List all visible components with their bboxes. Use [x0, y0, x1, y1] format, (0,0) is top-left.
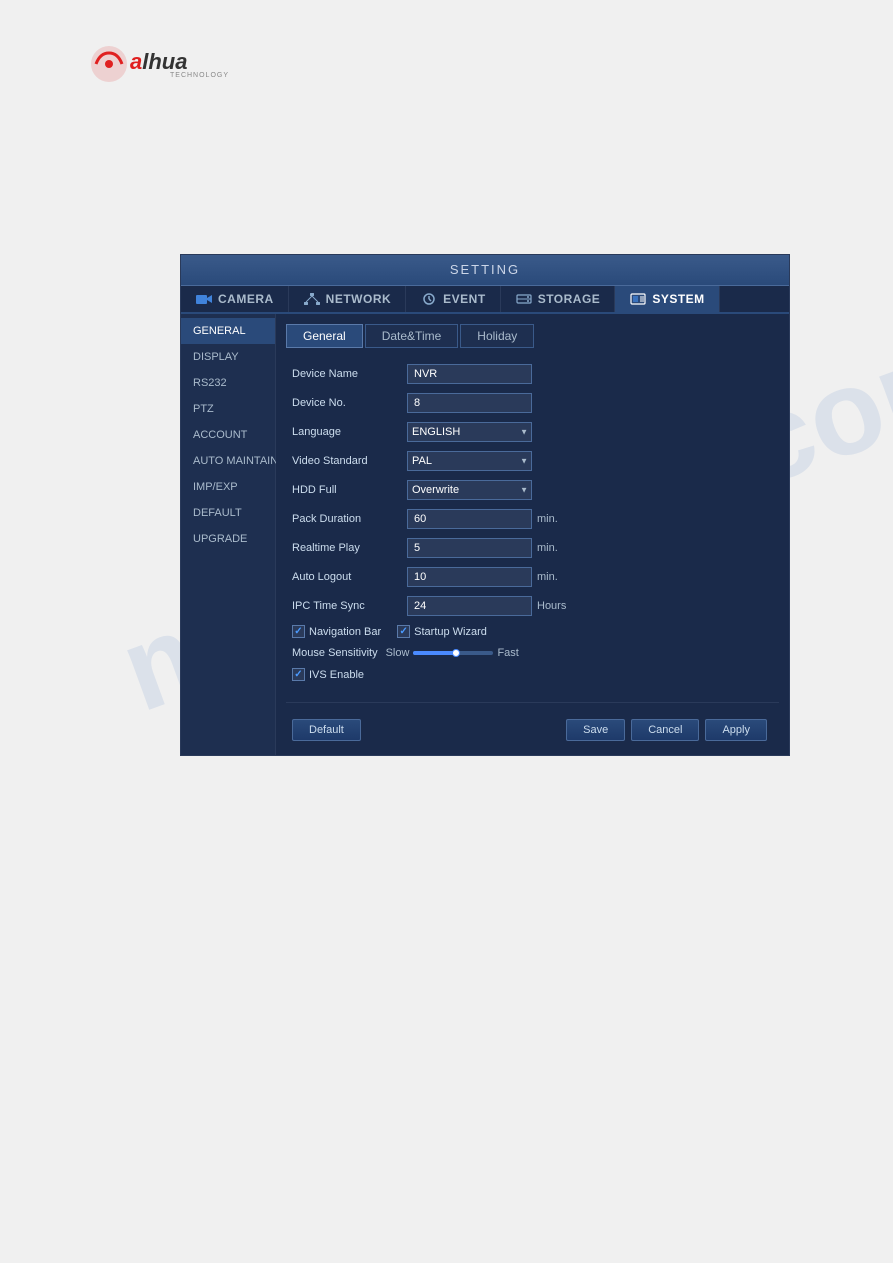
sidebar-item-rs232[interactable]: RS232 — [181, 370, 275, 396]
button-row: Default Save Cancel Apply — [286, 711, 779, 745]
tab-network-label: NETWORK — [326, 292, 392, 306]
storage-icon — [515, 292, 533, 306]
sidebar-item-auto-maintain[interactable]: AUTO MAINTAIN — [181, 448, 275, 474]
save-button[interactable]: Save — [566, 719, 625, 741]
tab-camera-label: CAMERA — [218, 292, 274, 306]
main-panel: General Date&Time Holiday Device Name — [276, 314, 789, 755]
slider-thumb — [452, 649, 460, 657]
pack-duration-label: Pack Duration — [292, 513, 407, 525]
tab-system[interactable]: SYSTEM — [615, 286, 719, 312]
slow-label: Slow — [386, 647, 410, 659]
language-select-wrapper: ENGLISH — [407, 422, 532, 442]
navigation-bar-label: Navigation Bar — [309, 626, 381, 638]
sub-tab-general[interactable]: General — [286, 324, 363, 348]
sidebar-item-imp-exp[interactable]: IMP/EXP — [181, 474, 275, 500]
sub-tab-holiday[interactable]: Holiday — [460, 324, 534, 348]
startup-wizard-checkbox-item: Startup Wizard — [397, 625, 487, 638]
device-no-input[interactable] — [407, 393, 532, 413]
sidebar-item-upgrade[interactable]: UPGRADE — [181, 526, 275, 552]
pack-duration-unit: min. — [537, 513, 558, 525]
network-icon — [303, 292, 321, 306]
startup-wizard-label: Startup Wizard — [414, 626, 487, 638]
realtime-play-input[interactable] — [407, 538, 532, 558]
sub-tabs: General Date&Time Holiday — [286, 324, 779, 348]
auto-logout-row: Auto Logout min. — [292, 567, 773, 587]
realtime-play-unit: min. — [537, 542, 558, 554]
panel-divider — [286, 702, 779, 703]
sub-tab-datetime[interactable]: Date&Time — [365, 324, 459, 348]
auto-logout-unit: min. — [537, 571, 558, 583]
fast-label: Fast — [497, 647, 518, 659]
default-button[interactable]: Default — [292, 719, 361, 741]
sidebar: GENERAL DISPLAY RS232 PTZ ACCOUNT AUTO M… — [181, 314, 276, 755]
language-select[interactable]: ENGLISH — [407, 422, 532, 442]
general-form: Device Name Device No. Language ENGLISH — [286, 360, 779, 694]
ipc-time-sync-input[interactable] — [407, 596, 532, 616]
mouse-sensitivity-slider[interactable] — [413, 651, 493, 655]
tab-network[interactable]: NETWORK — [289, 286, 407, 312]
video-standard-row: Video Standard PAL NTSC — [292, 451, 773, 471]
top-nav: CAMERA NETWORK E — [181, 286, 789, 314]
tab-event-label: EVENT — [443, 292, 486, 306]
mouse-sensitivity-label: Mouse Sensitivity — [292, 647, 378, 659]
hdd-full-row: HDD Full Overwrite Stop — [292, 480, 773, 500]
device-no-label: Device No. — [292, 397, 407, 409]
checkbox-row-1: Navigation Bar Startup Wizard — [292, 625, 773, 638]
hdd-full-label: HDD Full — [292, 484, 407, 496]
logo-icon — [90, 45, 128, 83]
video-standard-label: Video Standard — [292, 455, 407, 467]
camera-icon — [195, 292, 213, 306]
video-standard-select[interactable]: PAL NTSC — [407, 451, 532, 471]
tab-storage-label: STORAGE — [538, 292, 601, 306]
sidebar-item-display[interactable]: DISPLAY — [181, 344, 275, 370]
language-label: Language — [292, 426, 407, 438]
realtime-play-row: Realtime Play min. — [292, 538, 773, 558]
mouse-sensitivity-row: Mouse Sensitivity Slow Fast — [292, 647, 773, 659]
system-icon — [629, 292, 647, 306]
ipc-time-sync-unit: Hours — [537, 600, 566, 612]
realtime-play-label: Realtime Play — [292, 542, 407, 554]
tab-system-label: SYSTEM — [652, 292, 704, 306]
language-row: Language ENGLISH — [292, 422, 773, 442]
navigation-bar-checkbox[interactable] — [292, 625, 305, 638]
sidebar-item-ptz[interactable]: PTZ — [181, 396, 275, 422]
slider-fill — [413, 651, 457, 655]
pack-duration-input[interactable] — [407, 509, 532, 529]
ipc-time-sync-row: IPC Time Sync Hours — [292, 596, 773, 616]
sidebar-item-general[interactable]: GENERAL — [181, 318, 275, 344]
startup-wizard-checkbox[interactable] — [397, 625, 410, 638]
pack-duration-row: Pack Duration min. — [292, 509, 773, 529]
tab-storage[interactable]: STORAGE — [501, 286, 616, 312]
hdd-full-select[interactable]: Overwrite Stop — [407, 480, 532, 500]
cancel-button[interactable]: Cancel — [631, 719, 699, 741]
ipc-time-sync-label: IPC Time Sync — [292, 600, 407, 612]
sidebar-item-account[interactable]: ACCOUNT — [181, 422, 275, 448]
sidebar-item-default[interactable]: DEFAULT — [181, 500, 275, 526]
tab-camera[interactable]: CAMERA — [181, 286, 289, 312]
event-icon — [420, 292, 438, 306]
logo-subtitle: TECHNOLOGY — [170, 72, 229, 79]
hdd-full-select-wrapper: Overwrite Stop — [407, 480, 532, 500]
auto-logout-label: Auto Logout — [292, 571, 407, 583]
navigation-bar-checkbox-item: Navigation Bar — [292, 625, 381, 638]
settings-dialog: SETTING CAMERA NETWORK — [180, 254, 790, 756]
ivs-enable-label: IVS Enable — [309, 669, 364, 681]
content-area: GENERAL DISPLAY RS232 PTZ ACCOUNT AUTO M… — [181, 314, 789, 755]
title-bar: SETTING — [181, 255, 789, 286]
device-name-label: Device Name — [292, 368, 407, 380]
ivs-enable-checkbox[interactable] — [292, 668, 305, 681]
device-no-row: Device No. — [292, 393, 773, 413]
device-name-input[interactable] — [407, 364, 532, 384]
video-standard-select-wrapper: PAL NTSC — [407, 451, 532, 471]
logo: alhua TECHNOLOGY — [90, 45, 229, 83]
ivs-enable-row: IVS Enable — [292, 668, 773, 681]
auto-logout-input[interactable] — [407, 567, 532, 587]
dialog-title: SETTING — [450, 262, 520, 277]
tab-event[interactable]: EVENT — [406, 286, 501, 312]
device-name-row: Device Name — [292, 364, 773, 384]
apply-button[interactable]: Apply — [705, 719, 767, 741]
ivs-enable-checkbox-item: IVS Enable — [292, 668, 364, 681]
